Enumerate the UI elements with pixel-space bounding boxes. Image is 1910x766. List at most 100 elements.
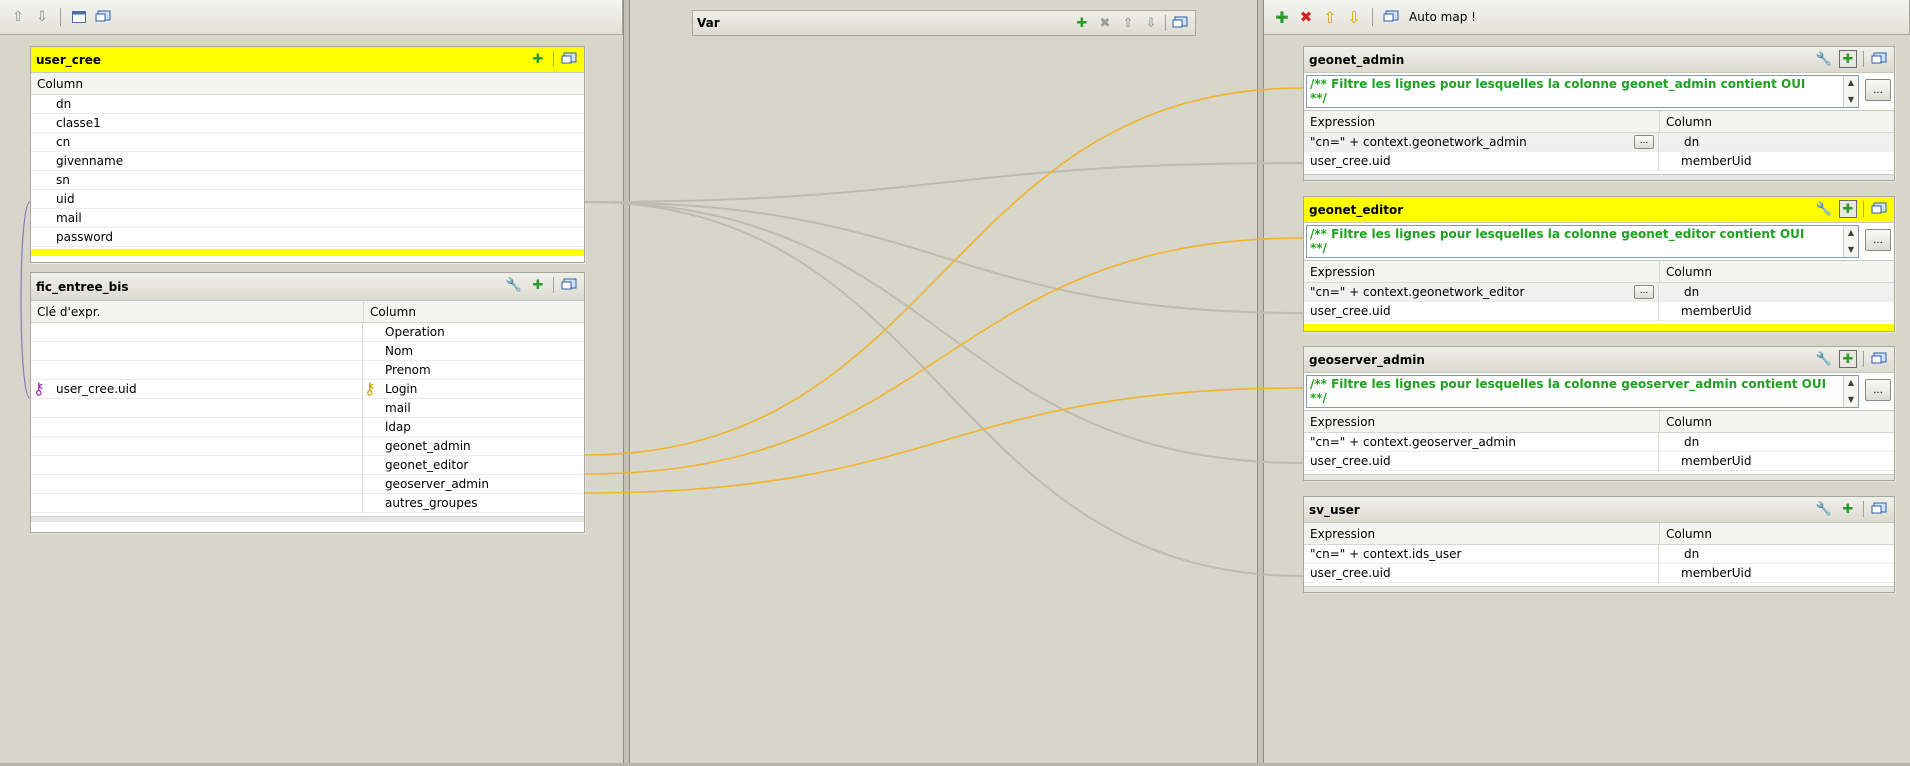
monitor-icon[interactable] bbox=[1870, 500, 1888, 518]
wrench-icon[interactable]: 🔧 bbox=[1815, 350, 1833, 368]
move-down-icon[interactable]: ⇩ bbox=[1142, 14, 1160, 32]
table-row[interactable]: "cn=" + context.geoserver_admin dn bbox=[1304, 432, 1894, 452]
table-row[interactable]: cn bbox=[31, 133, 584, 152]
monitor-icon[interactable] bbox=[560, 276, 578, 294]
wrench-icon[interactable]: 🔧 bbox=[1815, 50, 1833, 68]
filter-expression-input[interactable]: /** Filtre les lignes pour lesquelles la… bbox=[1306, 225, 1859, 258]
scroll-down-icon[interactable]: ▼ bbox=[1848, 243, 1854, 257]
expression-cell[interactable]: user_cree.uid bbox=[1304, 151, 1659, 171]
key-expression-cell[interactable]: user_cree.uid bbox=[31, 379, 363, 399]
table-row[interactable]: mail bbox=[31, 398, 584, 418]
panel-splitter-left[interactable] bbox=[623, 0, 630, 763]
move-down-icon[interactable]: ⇩ bbox=[1344, 7, 1364, 27]
table-row[interactable]: Prenom bbox=[31, 360, 584, 380]
window-icon[interactable] bbox=[69, 7, 89, 27]
table-row[interactable]: Nom bbox=[31, 341, 584, 361]
table-header[interactable]: geoserver_admin 🔧 ✚ bbox=[1304, 347, 1894, 373]
filter-scrollbar[interactable]: ▲ ▼ bbox=[1843, 376, 1858, 407]
add-column-icon[interactable]: ✚ bbox=[529, 276, 547, 294]
panel-splitter-right[interactable] bbox=[1257, 0, 1264, 763]
table-header[interactable]: fic_entree_bis 🔧 ✚ bbox=[31, 273, 584, 301]
filter-expression-input[interactable]: /** Filtre les lignes pour lesquelles la… bbox=[1306, 375, 1859, 408]
filter-expression-input[interactable]: /** Filtre les lignes pour lesquelles la… bbox=[1306, 75, 1859, 108]
key-expression-cell[interactable] bbox=[31, 322, 363, 342]
monitor-icon[interactable] bbox=[1381, 7, 1401, 27]
add-column-icon[interactable]: ✚ bbox=[529, 50, 547, 68]
table-row[interactable]: user_cree.uid Login ⚷ ⚷ bbox=[31, 379, 584, 399]
table-row[interactable]: user_cree.uid memberUid bbox=[1304, 451, 1894, 471]
table-row[interactable]: dn bbox=[31, 95, 584, 114]
key-expression-cell[interactable] bbox=[31, 341, 363, 361]
monitor-icon[interactable] bbox=[560, 50, 578, 68]
wrench-icon[interactable]: 🔧 bbox=[1815, 500, 1833, 518]
scroll-up-icon[interactable]: ▲ bbox=[1848, 226, 1854, 240]
filter-scrollbar[interactable]: ▲ ▼ bbox=[1843, 226, 1858, 257]
table-row[interactable]: sn bbox=[31, 171, 584, 190]
add-icon[interactable]: ✚ bbox=[1073, 14, 1091, 32]
table-row[interactable]: ldap bbox=[31, 417, 584, 437]
expression-cell[interactable]: user_cree.uid bbox=[1304, 301, 1659, 321]
table-row[interactable]: uid bbox=[31, 190, 584, 209]
auto-map-button[interactable]: Auto map ! bbox=[1409, 10, 1476, 24]
table-row[interactable]: password bbox=[31, 228, 584, 247]
expression-cell[interactable]: user_cree.uid bbox=[1304, 563, 1659, 583]
scroll-down-icon[interactable]: ▼ bbox=[1848, 93, 1854, 107]
scroll-up-icon[interactable]: ▲ bbox=[1848, 76, 1854, 90]
table-row[interactable]: user_cree.uid memberUid bbox=[1304, 301, 1894, 321]
monitor-icon[interactable] bbox=[1870, 200, 1888, 218]
table-row[interactable]: mail bbox=[31, 209, 584, 228]
table-header[interactable]: sv_user 🔧 ✚ bbox=[1304, 497, 1894, 523]
key-expression-cell[interactable] bbox=[31, 474, 363, 494]
delete-icon[interactable]: ✖ bbox=[1096, 14, 1114, 32]
table-row[interactable]: givenname bbox=[31, 152, 584, 171]
expression-cell[interactable]: "cn=" + context.ids_user bbox=[1304, 544, 1659, 564]
key-expression-cell[interactable] bbox=[31, 455, 363, 475]
move-up-icon[interactable]: ⇧ bbox=[1119, 14, 1137, 32]
add-filter-icon[interactable]: ✚ bbox=[1839, 500, 1857, 518]
monitor-icon[interactable] bbox=[93, 7, 113, 27]
expression-cell[interactable]: "cn=" + context.geonetwork_editor... bbox=[1304, 282, 1659, 302]
table-row[interactable]: geonet_admin bbox=[31, 436, 584, 456]
expression-cell[interactable]: "cn=" + context.geoserver_admin bbox=[1304, 432, 1659, 452]
add-filter-icon[interactable]: ✚ bbox=[1839, 50, 1857, 68]
table-header[interactable]: user_cree ✚ bbox=[31, 47, 584, 73]
table-row[interactable]: "cn=" + context.ids_user dn bbox=[1304, 544, 1894, 564]
filter-edit-button[interactable]: ... bbox=[1865, 379, 1891, 401]
scroll-up-icon[interactable]: ▲ bbox=[1848, 376, 1854, 390]
table-row[interactable]: autres_groupes bbox=[31, 493, 584, 513]
wrench-icon[interactable]: 🔧 bbox=[505, 276, 523, 294]
monitor-icon[interactable] bbox=[1171, 14, 1189, 32]
key-expression-cell[interactable] bbox=[31, 417, 363, 437]
expression-cell[interactable]: "cn=" + context.geonetwork_admin... bbox=[1304, 132, 1659, 152]
move-up-icon[interactable]: ⇧ bbox=[1320, 7, 1340, 27]
wrench-icon[interactable]: 🔧 bbox=[1815, 200, 1833, 218]
table-row[interactable]: user_cree.uid memberUid bbox=[1304, 151, 1894, 171]
key-expression-cell[interactable] bbox=[31, 436, 363, 456]
add-icon[interactable]: ✚ bbox=[1272, 7, 1292, 27]
key-expression-cell[interactable] bbox=[31, 360, 363, 380]
table-row[interactable]: user_cree.uid memberUid bbox=[1304, 563, 1894, 583]
arrow-up-icon[interactable]: ⇧ bbox=[8, 7, 28, 27]
scroll-down-icon[interactable]: ▼ bbox=[1848, 393, 1854, 407]
add-filter-icon[interactable]: ✚ bbox=[1839, 200, 1857, 218]
filter-edit-button[interactable]: ... bbox=[1865, 79, 1891, 101]
table-header[interactable]: geonet_admin 🔧 ✚ bbox=[1304, 47, 1894, 73]
table-row[interactable]: geonet_editor bbox=[31, 455, 584, 475]
expression-cell[interactable]: user_cree.uid bbox=[1304, 451, 1659, 471]
filter-scrollbar[interactable]: ▲ ▼ bbox=[1843, 76, 1858, 107]
table-row[interactable]: classe1 bbox=[31, 114, 584, 133]
expression-edit-button[interactable]: ... bbox=[1634, 284, 1654, 299]
add-filter-icon[interactable]: ✚ bbox=[1839, 350, 1857, 368]
key-expression-cell[interactable] bbox=[31, 398, 363, 418]
table-row[interactable]: geoserver_admin bbox=[31, 474, 584, 494]
table-row[interactable]: Operation bbox=[31, 322, 584, 342]
monitor-icon[interactable] bbox=[1870, 50, 1888, 68]
filter-edit-button[interactable]: ... bbox=[1865, 229, 1891, 251]
arrow-down-icon[interactable]: ⇩ bbox=[32, 7, 52, 27]
delete-icon[interactable]: ✖ bbox=[1296, 7, 1316, 27]
table-row[interactable]: "cn=" + context.geonetwork_admin... dn bbox=[1304, 132, 1894, 152]
table-header[interactable]: geonet_editor 🔧 ✚ bbox=[1304, 197, 1894, 223]
table-row[interactable]: "cn=" + context.geonetwork_editor... dn bbox=[1304, 282, 1894, 302]
key-expression-cell[interactable] bbox=[31, 493, 363, 513]
monitor-icon[interactable] bbox=[1870, 350, 1888, 368]
